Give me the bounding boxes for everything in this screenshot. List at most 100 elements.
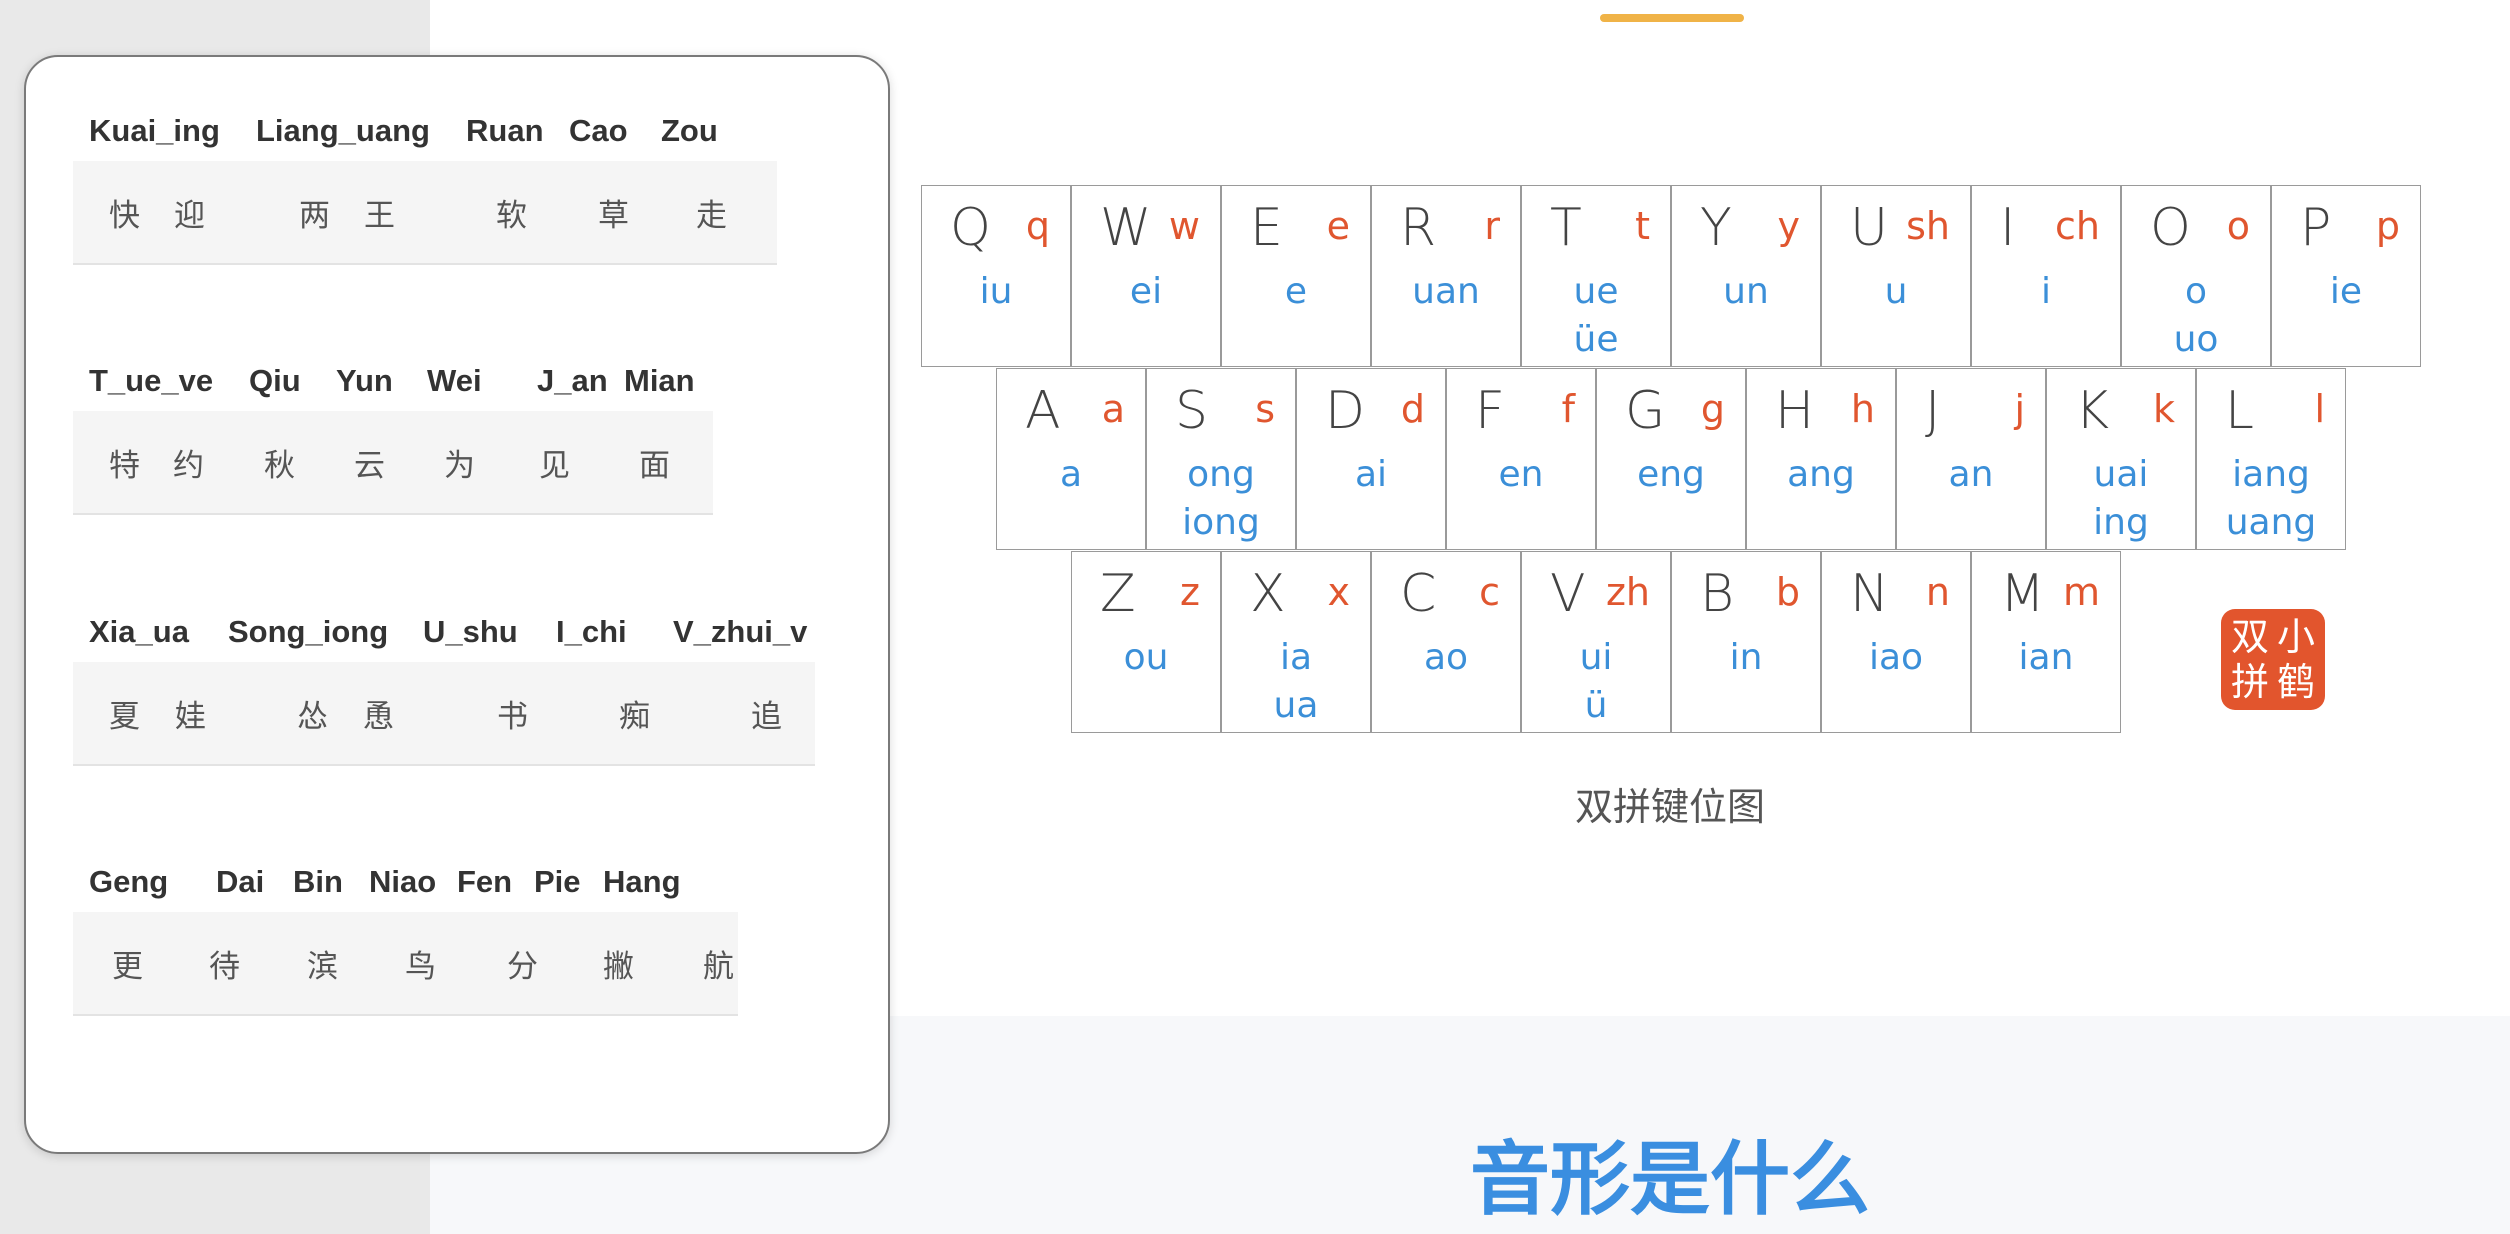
pinyin-label: Hang — [603, 864, 681, 899]
hanzi-char: 撇 — [603, 948, 634, 985]
key-shengmu: f — [1561, 387, 1575, 431]
key-yunmu: o uo — [2122, 268, 2270, 364]
key-r: Rr uan — [1371, 185, 1521, 367]
hanzi-char: 秋 — [264, 447, 295, 484]
pinyin-label: Niao — [369, 864, 437, 899]
seal-char: 拼 — [2230, 659, 2269, 704]
yunmu-line: uang — [2225, 502, 2317, 543]
hanzi-char: 约 — [173, 447, 204, 484]
key-shengmu: y — [1777, 204, 1801, 248]
key-letter: J — [1925, 381, 1941, 441]
key-yunmu: ang — [1747, 451, 1895, 499]
key-w: Ww ei — [1071, 185, 1221, 367]
key-g: Gg eng — [1596, 368, 1746, 550]
example-char-row: 夏娃 怂恿 书 痴 追 — [73, 662, 815, 766]
yunmu-line: ang — [1787, 454, 1855, 495]
seal-char: 小 — [2276, 615, 2315, 660]
key-e: Eee — [1221, 185, 1371, 367]
example-char-row: 特约 秋 云 为 见 面 — [73, 411, 713, 515]
key-letter: I — [2000, 198, 2016, 258]
key-yunmu: in — [1672, 634, 1820, 682]
example-header-row: Xia_ua Song_iong U_shu I_chi V_zhui_v — [73, 602, 815, 662]
key-letter: P — [2300, 198, 2332, 258]
pinyin-label: Dai — [216, 864, 265, 899]
key-letter: K — [2075, 381, 2110, 441]
key-b: Bb in — [1671, 551, 1821, 733]
pinyin-label: Wei — [427, 363, 482, 398]
key-yunmu: u — [1822, 268, 1970, 316]
hanzi-char: 特 — [109, 447, 140, 484]
key-c: Cc ao — [1371, 551, 1521, 733]
key-shengmu: z — [1180, 570, 1200, 614]
key-letter: X — [1250, 564, 1286, 624]
hanzi-char: 走 — [696, 197, 727, 234]
key-letter: L — [2225, 381, 2254, 441]
hanzi-char: 滨 — [307, 948, 338, 985]
key-letter: N — [1850, 564, 1889, 624]
key-letter: T — [1550, 198, 1582, 258]
hanzi-char: 追 — [751, 698, 782, 735]
yunmu-line: iao — [1868, 637, 1924, 678]
key-yunmu: an — [1897, 451, 2045, 499]
pinyin-label: Pie — [534, 864, 581, 899]
yunmu-line: an — [1948, 454, 1994, 495]
key-letter: V — [1550, 564, 1586, 624]
xiaohe-seal-logo: 双 小 拼 鹤 — [2221, 609, 2325, 710]
example-header-row: Kuai_ing Liang_uang Ruan Cao Zou — [73, 101, 777, 161]
example-char-row: 更待滨鸟分撇航 — [73, 912, 738, 1016]
key-s: Ss ong iong — [1146, 368, 1296, 550]
key-letter: Y — [1700, 198, 1732, 258]
yunmu-line: en — [1498, 454, 1544, 495]
key-h: Hh ang — [1746, 368, 1896, 550]
yunmu-line: a — [1059, 454, 1083, 495]
yunmu-line: ui — [1579, 637, 1613, 678]
key-shengmu: w — [1168, 204, 1200, 248]
key-yunmu: en — [1447, 451, 1595, 499]
accent-bar — [1600, 14, 1744, 22]
key-shengmu: o — [2226, 204, 2250, 248]
pinyin-label: Geng — [89, 864, 169, 899]
key-yunmu: ian — [1972, 634, 2120, 682]
pinyin-label: Ruan — [466, 113, 544, 148]
key-letter: Z — [1100, 564, 1136, 624]
key-yunmu: i — [1972, 268, 2120, 316]
key-letter: U — [1850, 198, 1889, 258]
key-m: Mm ian — [1971, 551, 2121, 733]
key-shengmu: p — [2375, 204, 2400, 248]
hanzi-char: 两 — [299, 197, 330, 234]
key-letter: G — [1625, 381, 1666, 441]
key-shengmu: j — [2014, 387, 2025, 431]
key-yunmu: iang uang — [2197, 451, 2345, 547]
pinyin-label: Yun — [336, 363, 393, 398]
example-group: Xia_ua Song_iong U_shu I_chi V_zhui_v 夏娃 怂恿 书 痴 追 — [73, 602, 815, 766]
key-t: Tt ue üe — [1521, 185, 1671, 367]
key-z: Zz ou — [1071, 551, 1221, 733]
key-shengmu: k — [2152, 387, 2175, 431]
key-yunmu: uai ing — [2047, 451, 2195, 547]
key-shengmu: zh — [1605, 570, 1650, 614]
hanzi-char: 娃 — [175, 698, 206, 735]
key-yunmu: uan — [1372, 268, 1520, 316]
key-yunmu: ia ua — [1222, 634, 1370, 730]
yunmu-line: uai — [2093, 454, 2149, 495]
key-f: Ff en — [1446, 368, 1596, 550]
hanzi-char: 怂 — [297, 698, 328, 735]
key-letter: M — [2000, 564, 2045, 624]
key-shengmu: sh — [1906, 204, 1950, 248]
hanzi-char: 快 — [109, 197, 140, 234]
key-yunmu: ue üe — [1522, 268, 1670, 364]
hanzi-char: 鸟 — [405, 948, 436, 985]
key-shengmu: h — [1850, 387, 1875, 431]
key-yunmu: eng — [1597, 451, 1745, 499]
keyboard-caption: 双拼键位图 — [1574, 785, 1765, 829]
key-y: Yy un — [1671, 185, 1821, 367]
key-x: Xx ia ua — [1221, 551, 1371, 733]
hanzi-char: 航 — [703, 948, 734, 985]
key-yunmu: a — [997, 451, 1145, 499]
yunmu-line: iang — [2232, 454, 2310, 495]
key-q: Qq iu — [921, 185, 1071, 367]
hanzi-char: 书 — [497, 698, 528, 735]
pinyin-label: Qiu — [249, 363, 301, 398]
key-shengmu: ch — [2055, 204, 2100, 248]
hanzi-char: 待 — [209, 948, 240, 985]
